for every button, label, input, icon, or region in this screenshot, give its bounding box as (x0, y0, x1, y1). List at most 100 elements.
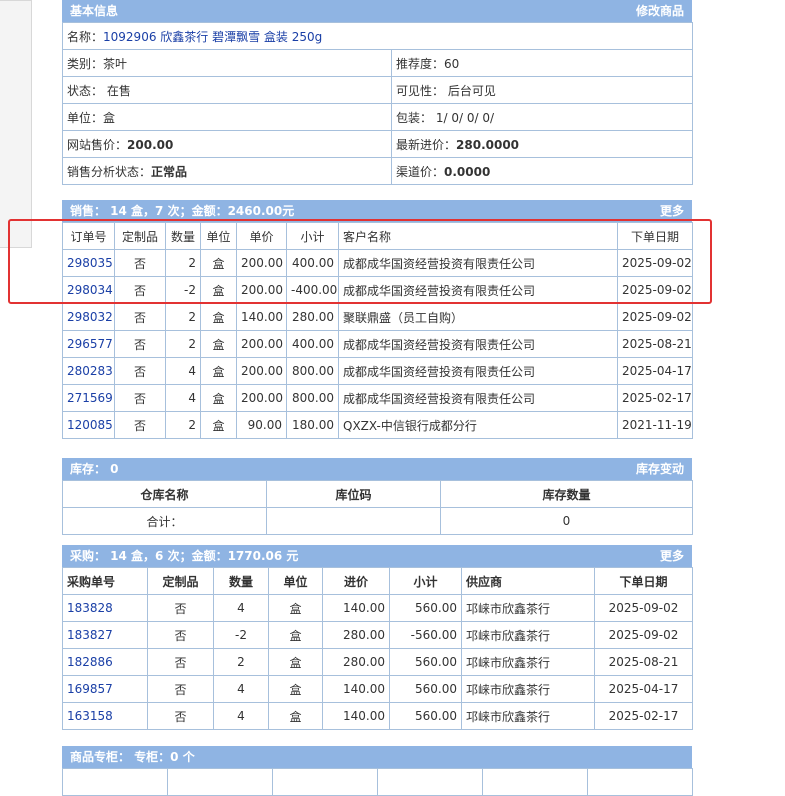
quantity: 4 (165, 384, 201, 412)
unit-price: 200.00 (236, 330, 287, 358)
subtotal: 800.00 (286, 384, 339, 412)
customer-name: 成都成华国资经营投资有限责任公司 (338, 330, 618, 358)
purchase-price: 280.00 (322, 648, 390, 676)
quantity: 2 (165, 411, 201, 439)
custom-flag: 否 (114, 276, 166, 304)
counter-summary: 商品专柜： 专柜：0 个 (70, 750, 195, 764)
purchase-order-link[interactable]: 169857 (67, 682, 113, 696)
sales-order-link[interactable]: 298035 (67, 256, 113, 270)
unit-price: 140.00 (236, 303, 287, 331)
subtotal: 560.00 (389, 648, 462, 676)
custom-flag: 否 (114, 330, 166, 358)
customer-name: 成都成华国资经营投资有限责任公司 (338, 357, 618, 385)
order-date: 2021-11-19 (617, 411, 693, 439)
subtotal: -400.00 (286, 276, 339, 304)
quantity: 2 (213, 648, 269, 676)
purchase-order-link[interactable]: 183827 (67, 628, 113, 642)
sales-order-link[interactable]: 298034 (67, 283, 113, 297)
sales-more-link[interactable]: 更多 (660, 200, 684, 222)
supplier-name: 邛崃市欣鑫茶行 (461, 702, 595, 730)
order-date: 2025-02-17 (594, 702, 693, 730)
purchase-order-link[interactable]: 163158 (67, 709, 113, 723)
subtotal: 400.00 (286, 249, 339, 277)
purchase-order-link[interactable]: 182886 (67, 655, 113, 669)
customer-name: 聚联鼎盛（员工自购） (338, 303, 618, 331)
sales-order-link[interactable]: 298032 (67, 310, 113, 324)
purchase-row: 183827 否 -2 盒 280.00 -560.00 邛崃市欣鑫茶行 2025-09-02 (62, 621, 693, 649)
purchase-table-header: 采购单号 定制品 数量 单位 进价 小计 供应商 下单日期 (62, 567, 693, 595)
custom-flag: 否 (147, 594, 214, 622)
web-price-cell: 网站售价：200.00 (62, 130, 392, 158)
order-date: 2025-09-02 (617, 303, 693, 331)
quantity: 2 (165, 249, 201, 277)
stock-section: 库存： 0 库存变动 仓库名称 库位码 库存数量 合计： 0 (62, 458, 693, 535)
unit: 盒 (200, 303, 237, 331)
sales-table: 订单号 定制品 数量 单位 单价 小计 客户名称 下单日期 298035 否 2 盒 2… (62, 222, 693, 439)
stock-summary: 库存： 0 (70, 462, 119, 476)
sales-order-link[interactable]: 280283 (67, 364, 113, 378)
product-name-link[interactable]: 1092906 欣鑫茶行 碧潭飘雪 盒装 250g (103, 30, 322, 44)
sales-order-link[interactable]: 296577 (67, 337, 113, 351)
customer-name: 成都成华国资经营投资有限责任公司 (338, 384, 618, 412)
order-date: 2025-08-21 (594, 648, 693, 676)
sales-row: 271569 否 4 盒 200.00 800.00 成都成华国资经营投资有限责任公司 202… (62, 384, 693, 412)
subtotal: 560.00 (389, 675, 462, 703)
order-date: 2025-09-02 (617, 276, 693, 304)
sales-row: 298034 否 -2 盒 200.00 -400.00 成都成华国资经营投资有限责任公司 2… (62, 276, 693, 304)
custom-flag: 否 (114, 384, 166, 412)
unit: 盒 (200, 357, 237, 385)
unit: 盒 (200, 411, 237, 439)
visibility-cell: 可见性： 后台可见 (391, 76, 693, 104)
quantity: 4 (213, 702, 269, 730)
purchase-price: 140.00 (322, 675, 390, 703)
order-date: 2025-02-17 (617, 384, 693, 412)
purchase-order-link[interactable]: 183828 (67, 601, 113, 615)
subtotal: 800.00 (286, 357, 339, 385)
order-date: 2025-09-02 (617, 249, 693, 277)
sales-order-link[interactable]: 271569 (67, 391, 113, 405)
quantity: 4 (213, 594, 269, 622)
unit: 盒 (268, 675, 323, 703)
custom-flag: 否 (147, 648, 214, 676)
sales-row: 280283 否 4 盒 200.00 800.00 成都成华国资经营投资有限责任公司 202… (62, 357, 693, 385)
latest-cost-cell: 最新进价：280.0000 (391, 130, 693, 158)
unit: 盒 (200, 330, 237, 358)
unit: 盒 (268, 594, 323, 622)
subtotal: 400.00 (286, 330, 339, 358)
sales-row: 298035 否 2 盒 200.00 400.00 成都成华国资经营投资有限责任公司 202… (62, 249, 693, 277)
purchase-row: 163158 否 4 盒 140.00 560.00 邛崃市欣鑫茶行 2025-02-17 (62, 702, 693, 730)
side-panel (0, 0, 32, 248)
purchase-price: 140.00 (322, 594, 390, 622)
subtotal: 280.00 (286, 303, 339, 331)
order-date: 2025-04-17 (617, 357, 693, 385)
sales-table-body: 298035 否 2 盒 200.00 400.00 成都成华国资经营投资有限责任公司 202… (62, 249, 693, 439)
edit-product-link[interactable]: 修改商品 (636, 0, 684, 22)
unit: 盒 (268, 621, 323, 649)
basic-info-title: 基本信息 (70, 4, 119, 18)
purchase-section: 采购： 14 盒，6 次；金额：1770.06 元 更多 采购单号 定制品 数量… (62, 545, 693, 730)
stock-change-link[interactable]: 库存变动 (636, 458, 684, 480)
unit: 盒 (268, 702, 323, 730)
basic-info-section: 基本信息 修改商品 名称：1092906 欣鑫茶行 碧潭飘雪 盒装 250g 类… (62, 0, 693, 185)
customer-name: QXZX-中信银行成都分行 (338, 411, 618, 439)
unit: 盒 (268, 648, 323, 676)
stock-header: 库存： 0 库存变动 (62, 458, 692, 480)
order-date: 2025-04-17 (594, 675, 693, 703)
sales-table-header: 订单号 定制品 数量 单位 单价 小计 客户名称 下单日期 (62, 222, 693, 250)
purchase-header: 采购： 14 盒，6 次；金额：1770.06 元 更多 (62, 545, 692, 567)
basic-info-header: 基本信息 修改商品 (62, 0, 692, 22)
quantity: 4 (213, 675, 269, 703)
unit: 盒 (200, 276, 237, 304)
customer-name: 成都成华国资经营投资有限责任公司 (338, 249, 618, 277)
sales-order-link[interactable]: 120085 (67, 418, 113, 432)
unit-price: 200.00 (236, 384, 287, 412)
purchase-more-link[interactable]: 更多 (660, 545, 684, 567)
purchase-row: 183828 否 4 盒 140.00 560.00 邛崃市欣鑫茶行 2025-09-02 (62, 594, 693, 622)
stock-total-label: 合计： (62, 507, 267, 535)
unit-price: 90.00 (236, 411, 287, 439)
unit: 盒 (200, 249, 237, 277)
purchase-row: 182886 否 2 盒 280.00 560.00 邛崃市欣鑫茶行 2025-08-21 (62, 648, 693, 676)
counter-table (62, 768, 693, 796)
custom-flag: 否 (114, 249, 166, 277)
purchase-price: 140.00 (322, 702, 390, 730)
